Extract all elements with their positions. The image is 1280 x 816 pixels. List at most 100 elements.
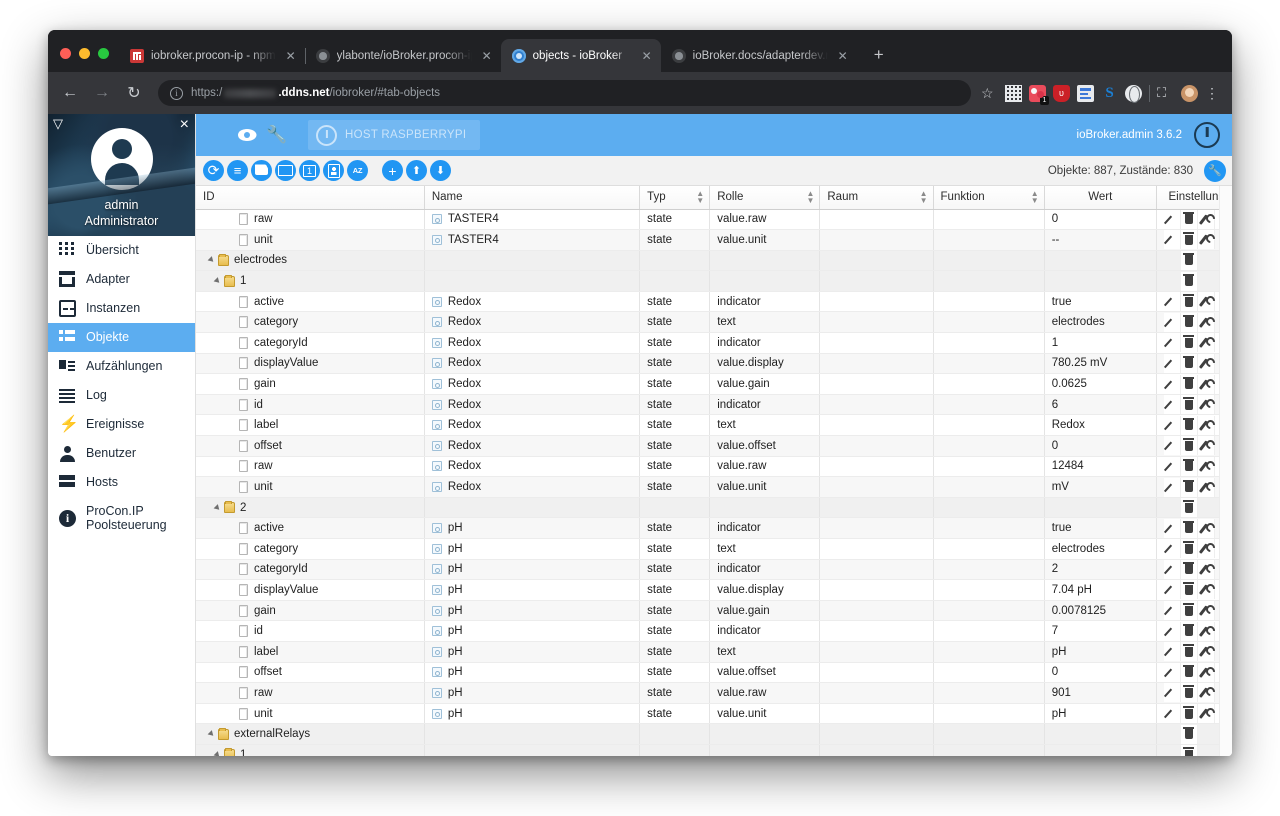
delete-button[interactable] <box>1180 498 1198 517</box>
edit-button[interactable] <box>1163 436 1181 456</box>
column-header-typ[interactable]: Typ ▲ ▼ <box>639 186 711 210</box>
table-row[interactable]: id pH state indicator 7 <box>196 620 1232 642</box>
table-row[interactable]: raw pH state value.raw 901 <box>196 682 1232 704</box>
maximize-window-button[interactable] <box>98 48 109 59</box>
delete-button[interactable] <box>1180 209 1198 229</box>
refresh-button[interactable] <box>203 160 224 181</box>
edit-button[interactable] <box>1163 292 1181 311</box>
settings-button[interactable] <box>1204 159 1226 182</box>
sort-toggle-icon[interactable]: ▲▼ <box>920 190 928 205</box>
sidebar-item-ereignisse[interactable]: Ereignisse <box>48 410 195 439</box>
collapse-arrow-icon[interactable] <box>53 117 67 130</box>
table-row[interactable]: displayValue Redox state value.display 780.2… <box>196 353 1232 375</box>
sort-toggle-icon[interactable]: ▲▼ <box>806 190 814 205</box>
delete-button[interactable] <box>1180 250 1198 270</box>
settings-button[interactable] <box>1197 312 1215 332</box>
settings-button[interactable] <box>1197 477 1215 497</box>
sidebar-item-instanzen[interactable]: Instanzen <box>48 294 195 323</box>
delete-button[interactable] <box>1180 559 1198 579</box>
table-row[interactable]: unit pH state value.unit pH <box>196 703 1232 725</box>
close-icon[interactable]: × <box>180 117 189 133</box>
close-icon[interactable]: ✕ <box>479 48 495 64</box>
table-row-folder[interactable]: 1 <box>196 744 1232 756</box>
export-button[interactable] <box>430 160 451 181</box>
settings-button[interactable] <box>1197 374 1215 394</box>
edit-button[interactable] <box>1163 415 1181 435</box>
expand-all-button[interactable] <box>251 160 272 181</box>
delete-button[interactable] <box>1180 230 1198 250</box>
settings-button[interactable] <box>1197 704 1215 723</box>
wrench-icon[interactable]: 🔧 <box>262 120 292 150</box>
table-row[interactable]: offset pH state value.offset 0 <box>196 662 1232 684</box>
edit-button[interactable] <box>1163 333 1181 353</box>
edit-button[interactable] <box>1163 621 1181 641</box>
close-icon[interactable]: ✕ <box>283 48 299 64</box>
table-row[interactable]: category Redox state text electrodes <box>196 311 1232 334</box>
minimize-window-button[interactable] <box>79 48 90 59</box>
delete-button[interactable] <box>1180 271 1198 291</box>
one-level-button[interactable] <box>299 160 320 181</box>
settings-button[interactable] <box>1197 580 1215 600</box>
edit-button[interactable] <box>1163 312 1181 332</box>
sidebar-item-aufzaehlungen[interactable]: Aufzählungen <box>48 352 195 381</box>
settings-button[interactable] <box>1197 539 1215 559</box>
close-window-button[interactable] <box>60 48 71 59</box>
back-icon[interactable]: ← <box>56 79 84 107</box>
browser-tab-4[interactable]: ioBroker.docs/adapterdev.md ✕ <box>661 39 857 72</box>
table-row[interactable]: gain Redox state value.gain 0.0625 <box>196 373 1232 395</box>
edit-button[interactable] <box>1163 704 1181 723</box>
sidebar-item-log[interactable]: Log <box>48 381 195 410</box>
ublock-icon[interactable] <box>1053 84 1070 102</box>
column-header-raum[interactable]: Raum ▲ ▼ <box>819 186 934 210</box>
settings-button[interactable] <box>1197 230 1215 250</box>
edit-button[interactable] <box>1163 518 1181 538</box>
delete-button[interactable] <box>1180 353 1198 373</box>
table-row[interactable]: offset Redox state value.offset 0 <box>196 435 1232 457</box>
edit-button[interactable] <box>1163 477 1181 497</box>
delete-button[interactable] <box>1180 395 1198 414</box>
settings-button[interactable] <box>1197 621 1215 641</box>
settings-button[interactable] <box>1197 436 1215 456</box>
settings-button[interactable] <box>1197 601 1215 620</box>
reload-icon[interactable]: ↻ <box>120 79 148 107</box>
new-tab-button[interactable]: + <box>865 41 893 69</box>
expand-collapse-icon[interactable] <box>213 277 222 285</box>
table-row[interactable]: raw Redox state value.raw 12484 <box>196 456 1232 478</box>
delete-button[interactable] <box>1180 621 1198 641</box>
settings-button[interactable] <box>1197 662 1215 682</box>
delete-button[interactable] <box>1180 312 1198 332</box>
table-row[interactable]: label pH state text pH <box>196 641 1232 663</box>
delete-button[interactable] <box>1180 436 1198 456</box>
settings-button[interactable] <box>1197 292 1215 311</box>
sort-toggle-icon[interactable]: ▲▼ <box>1031 190 1039 205</box>
expand-collapse-icon[interactable] <box>207 256 216 265</box>
column-header-rolle[interactable]: Rolle ▲ ▼ <box>709 186 821 210</box>
edit-button[interactable] <box>1163 456 1181 476</box>
chrome-menu-icon[interactable]: ⋮ <box>1205 85 1222 102</box>
table-row[interactable]: id Redox state indicator 6 <box>196 394 1232 416</box>
sidebar-item-uebersicht[interactable]: Übersicht <box>48 236 195 265</box>
site-info-icon[interactable]: i <box>170 86 183 100</box>
import-button[interactable] <box>406 160 427 181</box>
edit-button[interactable] <box>1163 662 1181 682</box>
table-row[interactable]: label Redox state text Redox <box>196 414 1232 437</box>
color-picker-icon[interactable]: 1 <box>1029 84 1049 105</box>
edit-button[interactable] <box>1163 395 1181 414</box>
delete-button[interactable] <box>1180 724 1198 744</box>
delete-button[interactable] <box>1180 601 1198 620</box>
host-chip[interactable]: HOST RASPBERRYPI <box>308 120 481 150</box>
expand-collapse-icon[interactable] <box>207 730 216 739</box>
sidebar-item-hosts[interactable]: Hosts <box>48 468 195 497</box>
edit-button[interactable] <box>1163 683 1181 703</box>
delete-button[interactable] <box>1180 292 1198 311</box>
eye-icon[interactable] <box>232 120 262 150</box>
delete-button[interactable] <box>1180 704 1198 723</box>
delete-button[interactable] <box>1180 662 1198 682</box>
star-icon[interactable]: ☆ <box>981 85 998 102</box>
table-row[interactable]: gain pH state value.gain 0.0078125 <box>196 600 1232 622</box>
delete-button[interactable] <box>1180 518 1198 538</box>
settings-button[interactable] <box>1197 395 1215 414</box>
browser-tab-1[interactable]: iobroker.procon-ip - npm ✕ <box>119 39 306 72</box>
delete-button[interactable] <box>1180 333 1198 353</box>
qr-code-icon[interactable] <box>1005 84 1022 102</box>
